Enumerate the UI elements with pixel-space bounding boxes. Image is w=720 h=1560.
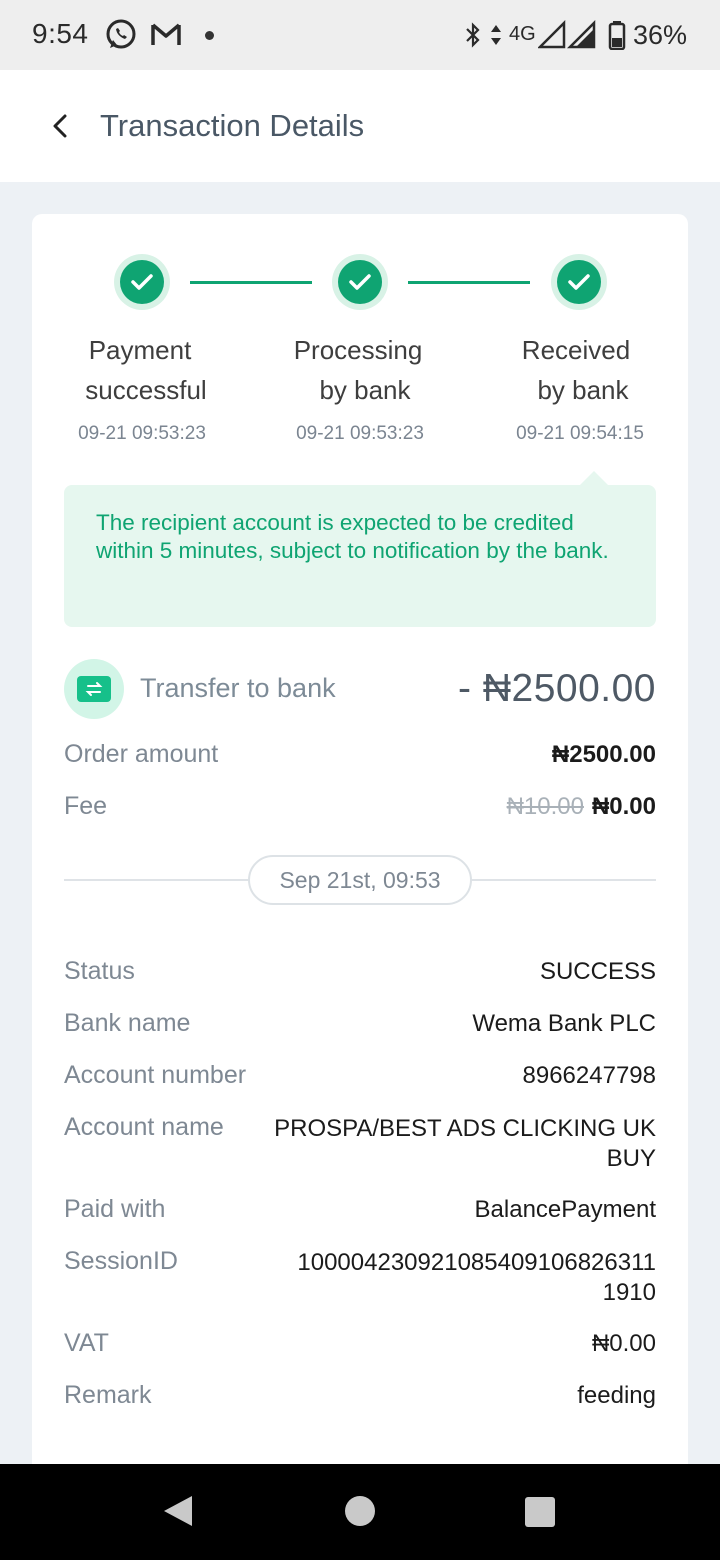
divider xyxy=(470,879,656,881)
bank-name-label: Bank name xyxy=(64,1009,191,1037)
step-1-check-icon xyxy=(114,254,170,310)
vat-value: ₦0.00 xyxy=(591,1330,656,1357)
back-button[interactable] xyxy=(40,106,80,146)
step-connector xyxy=(190,281,312,284)
step-1-time: 09-21 09:53:23 xyxy=(78,423,206,444)
remark-label: Remark xyxy=(64,1381,152,1409)
paid-with-value: BalancePayment xyxy=(474,1196,656,1223)
status-time: 9:54 xyxy=(32,18,89,49)
transfer-icon xyxy=(64,659,124,719)
battery-icon xyxy=(608,20,626,55)
step-3-label: Received by bank xyxy=(521,335,631,405)
session-id-label: SessionID xyxy=(64,1247,178,1275)
status-bar: 9:54 4G 36% xyxy=(0,0,720,70)
status-label: Status xyxy=(64,957,135,985)
notice-pointer xyxy=(580,471,608,485)
battery-percent: 36% xyxy=(633,20,688,50)
account-number-value: 8966247798 xyxy=(522,1062,656,1089)
signal-icon xyxy=(536,19,598,55)
bank-name-value: Wema Bank PLC xyxy=(472,1010,656,1037)
notification-dot-icon xyxy=(205,31,214,40)
credit-notice: The recipient account is expected to be … xyxy=(64,485,656,627)
triangle-back-icon xyxy=(164,1496,192,1526)
transfer-amount: - ₦2500.00 xyxy=(458,667,656,710)
paid-with-label: Paid with xyxy=(64,1195,166,1223)
nav-home-button[interactable] xyxy=(345,1496,375,1526)
gmail-icon xyxy=(150,18,182,55)
step-connector xyxy=(408,281,530,284)
step-2-label: Processing by bank xyxy=(293,335,423,405)
account-number-label: Account number xyxy=(64,1061,247,1089)
step-3-check-icon xyxy=(551,254,607,310)
divider xyxy=(64,879,250,881)
fee-value: ₦10.00 ₦0.00 xyxy=(507,793,656,821)
nav-back-button[interactable] xyxy=(162,1494,194,1533)
order-amount-label: Order amount xyxy=(64,740,219,768)
order-amount-value: ₦2500.00 xyxy=(551,741,656,768)
remark-value: feeding xyxy=(577,1382,656,1409)
network-type: 4G xyxy=(509,23,536,45)
vat-label: VAT xyxy=(64,1329,109,1357)
fee-label: Fee xyxy=(64,792,108,820)
whatsapp-icon xyxy=(104,18,138,57)
page-title: Transaction Details xyxy=(100,108,365,143)
transaction-date: Sep 21st, 09:53 xyxy=(248,855,472,905)
fee-current: ₦0.00 xyxy=(591,793,656,820)
step-3-time: 09-21 09:54:15 xyxy=(516,423,644,444)
step-2-time: 09-21 09:53:23 xyxy=(296,423,424,444)
transfer-type-label: Transfer to bank xyxy=(140,673,336,703)
account-name-label: Account name xyxy=(64,1113,224,1141)
status-value: SUCCESS xyxy=(539,958,656,985)
fee-original: ₦10.00 xyxy=(506,793,584,820)
app-bar: Transaction Details xyxy=(0,70,720,182)
chevron-left-icon xyxy=(53,114,67,138)
session-id-value: 100004230921085409106826311 1910 xyxy=(297,1249,656,1306)
step-2-check-icon xyxy=(332,254,388,310)
account-name-value: PROSPA/BEST ADS CLICKING UK BUY xyxy=(274,1115,656,1172)
nav-recents-button[interactable] xyxy=(525,1497,555,1527)
data-arrows-icon xyxy=(490,24,502,51)
bluetooth-icon xyxy=(462,22,484,53)
step-1-label: Payment successful xyxy=(85,335,207,405)
